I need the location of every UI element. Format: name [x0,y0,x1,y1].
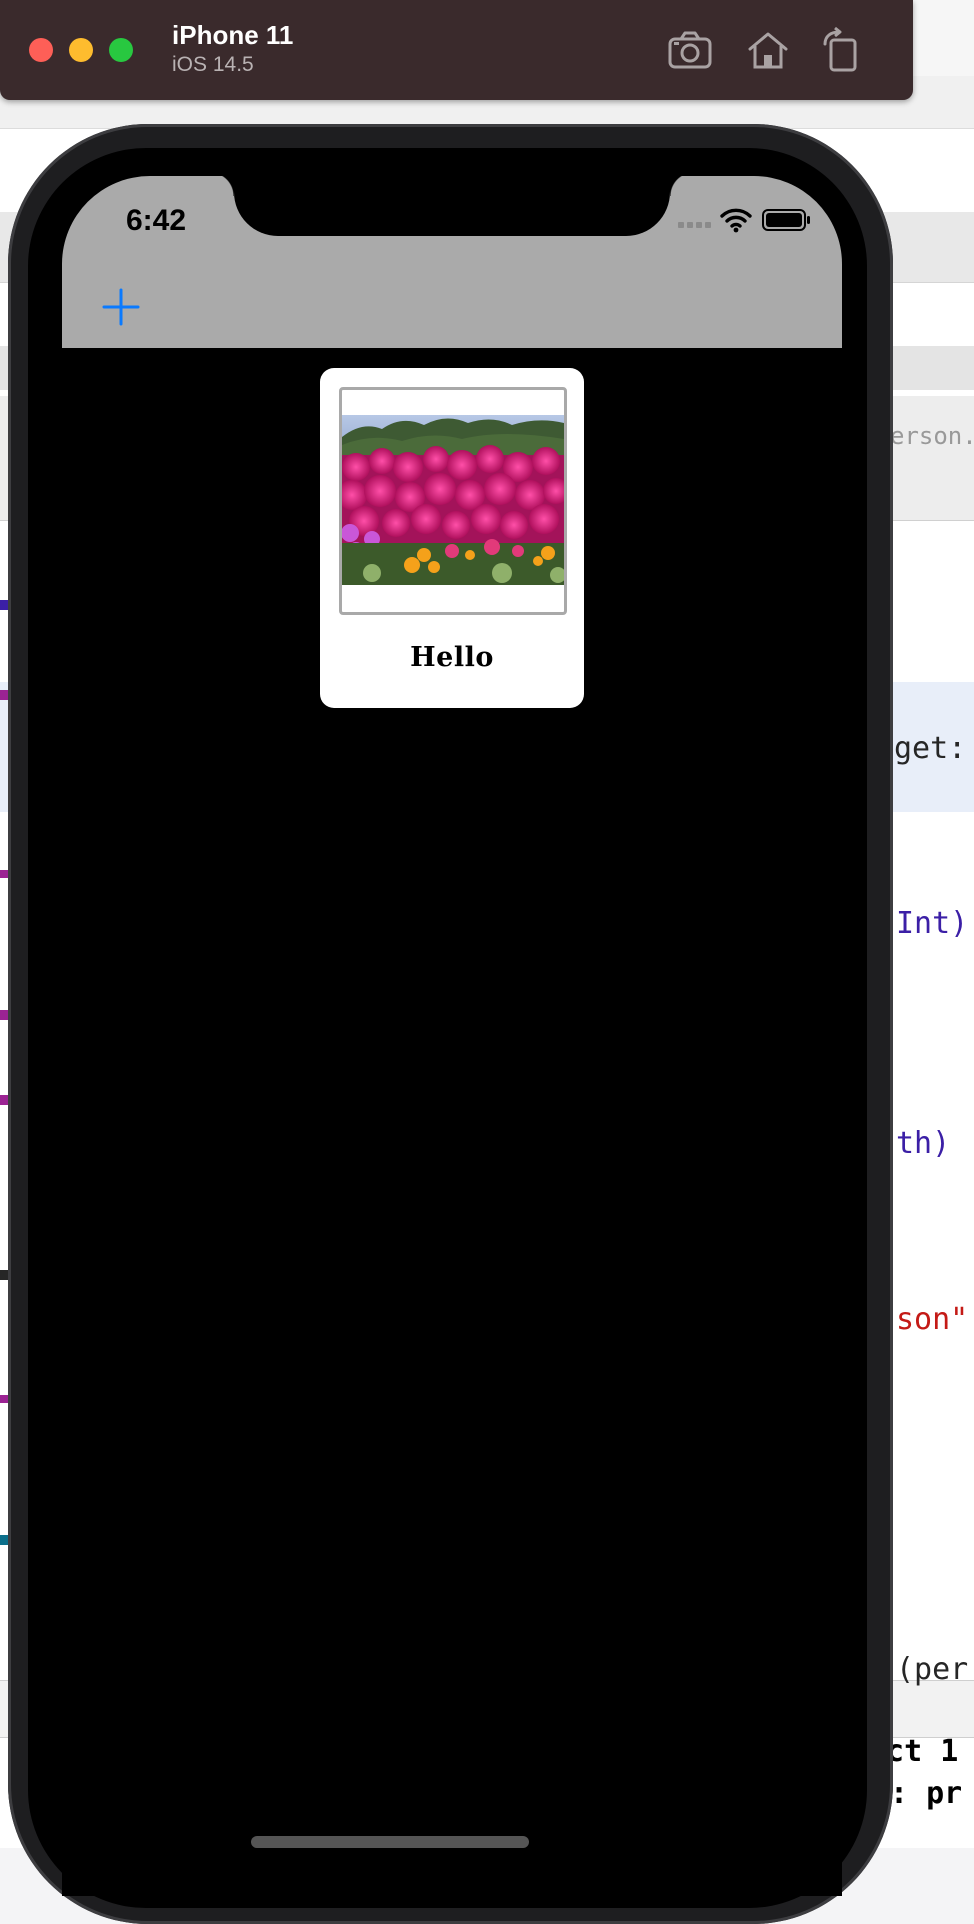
screenshot-camera-icon [668,31,712,69]
iphone-screen: 6:42 Hello [62,176,842,1896]
rotate-button[interactable] [817,26,865,74]
code-fragment-get: get: [894,731,967,766]
add-button[interactable] [102,288,140,326]
code-fragment-filename: erson.sw [890,422,974,450]
simulator-title-bar: iPhone 11 iOS 14.5 [0,0,913,100]
code-fragment-per: (per [896,1652,969,1687]
console-fragment-2: : pr [890,1776,963,1811]
minimize-window-button[interactable] [69,38,93,62]
device-name: iPhone 11 [172,20,294,50]
plus-icon [102,288,140,326]
device-os-version: iOS 14.5 [172,53,254,76]
screenshot-button[interactable] [666,26,714,74]
home-indicator[interactable] [251,1836,529,1848]
rotate-icon [823,26,857,72]
photo-frame [339,387,567,615]
pink-flowers-photo [342,415,564,585]
status-bar-time: 6:42 [126,204,187,237]
cellular-signal-icon [678,222,711,228]
code-fragment-th: th) [896,1126,951,1161]
code-fragment-int: Int) [896,906,969,941]
home-icon [748,32,788,69]
zoom-window-button[interactable] [109,38,133,62]
code-fragment-son-string: son" [896,1302,969,1337]
device-notch [210,176,694,236]
home-button[interactable] [744,26,792,74]
status-bar-icons [678,206,812,236]
card-label: Hello [410,642,494,673]
photo-card[interactable]: Hello [320,368,584,708]
wifi-icon [720,208,752,233]
battery-icon [762,209,810,231]
close-window-button[interactable] [29,38,53,62]
